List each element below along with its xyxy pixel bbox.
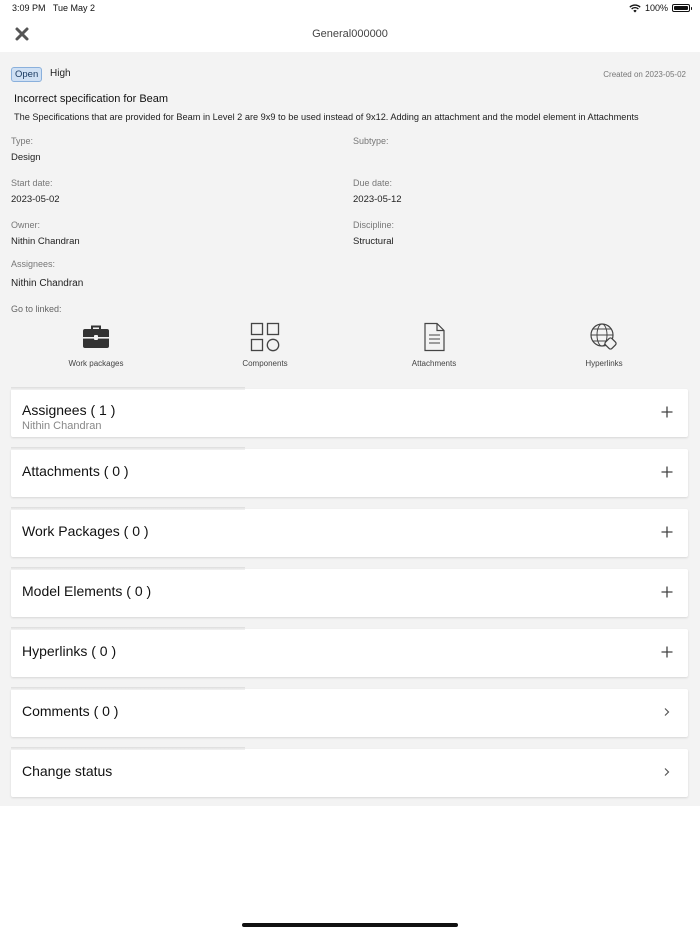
section-work-packages[interactable]: Work Packages ( 0 ) — [11, 507, 688, 557]
section-attachments[interactable]: Attachments ( 0 ) — [11, 447, 688, 497]
issue-description: The Specifications that are provided for… — [14, 112, 639, 122]
components-icon — [250, 322, 280, 352]
status-time: 3:09 PM Tue May 2 — [12, 3, 96, 13]
chevron-right-icon[interactable] — [659, 704, 675, 720]
status-bar: 3:09 PM Tue May 2 100% — [0, 0, 700, 18]
priority-label: High — [50, 68, 71, 79]
section-model-elements[interactable]: Model Elements ( 0 ) — [11, 567, 688, 617]
created-date: Created on 2023-05-02 — [603, 70, 686, 79]
link-label: Components — [242, 359, 288, 368]
link-label: Hyperlinks — [585, 359, 623, 368]
assignees-value: Nithin Chandran — [11, 278, 84, 289]
plus-icon[interactable] — [659, 584, 675, 600]
chevron-right-icon[interactable] — [659, 764, 675, 780]
subtype-label: Subtype: — [353, 136, 389, 146]
section-title: Work Packages ( 0 ) — [22, 523, 149, 539]
link-attachments[interactable]: Attachments — [379, 322, 489, 368]
section-title: Assignees ( 1 ) — [22, 402, 116, 418]
section-title: Hyperlinks ( 0 ) — [22, 643, 117, 659]
document-icon — [424, 322, 445, 352]
owner-value: Nithin Chandran — [11, 236, 80, 247]
link-hyperlinks[interactable]: Hyperlinks — [549, 322, 659, 368]
type-label: Type: — [11, 136, 34, 146]
due-date-label: Due date: — [353, 178, 393, 188]
briefcase-icon — [83, 325, 109, 348]
section-change-status[interactable]: Change status — [11, 747, 688, 797]
section-title: Attachments ( 0 ) — [22, 463, 129, 479]
go-to-linked-label: Go to linked: — [11, 304, 62, 314]
issue-title: Incorrect specification for Beam — [14, 93, 169, 105]
plus-icon[interactable] — [659, 524, 675, 540]
link-work-packages[interactable]: Work packages — [41, 322, 151, 368]
link-components[interactable]: Components — [210, 322, 320, 368]
section-hyperlinks[interactable]: Hyperlinks ( 0 ) — [11, 627, 688, 677]
section-title: Change status — [22, 763, 113, 779]
discipline-label: Discipline: — [353, 220, 395, 230]
page-title: General000000 — [312, 28, 388, 40]
link-label: Work packages — [68, 359, 124, 368]
section-title: Model Elements ( 0 ) — [22, 583, 152, 599]
status-indicators: 100% — [629, 3, 692, 13]
start-date-value: 2023-05-02 — [11, 194, 60, 205]
discipline-value: Structural — [353, 236, 394, 247]
section-assignees[interactable]: Assignees ( 1 ) Nithin Chandran — [11, 387, 688, 437]
issue-details: Open High Created on 2023-05-02 Incorrec… — [0, 52, 700, 806]
plus-icon[interactable] — [659, 464, 675, 480]
plus-icon[interactable] — [659, 404, 675, 420]
assignees-label: Assignees: — [11, 259, 56, 269]
section-comments[interactable]: Comments ( 0 ) — [11, 687, 688, 737]
section-subtitle: Nithin Chandran — [22, 420, 102, 432]
plus-icon[interactable] — [659, 644, 675, 660]
nav-bar: General000000 — [0, 18, 700, 52]
type-value: Design — [11, 152, 41, 163]
start-date-label: Start date: — [11, 178, 53, 188]
battery-percent: 100% — [644, 3, 668, 13]
status-badge: Open — [11, 67, 43, 82]
link-label: Attachments — [411, 359, 457, 368]
battery-icon — [672, 4, 692, 12]
section-title: Comments ( 0 ) — [22, 703, 119, 719]
wifi-icon — [629, 3, 641, 12]
home-indicator[interactable] — [242, 923, 458, 927]
due-date-value: 2023-05-12 — [353, 194, 402, 205]
globe-link-icon — [590, 323, 617, 350]
owner-label: Owner: — [11, 220, 41, 230]
